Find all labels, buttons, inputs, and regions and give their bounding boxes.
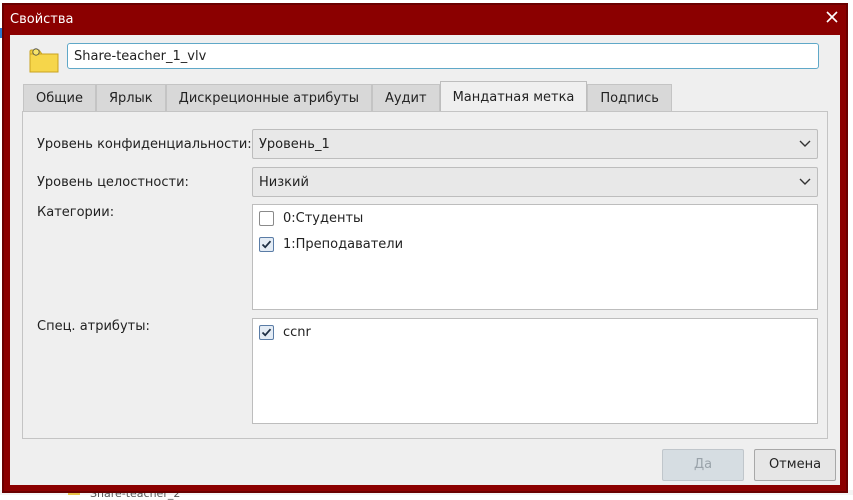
checkmark-icon [261, 240, 272, 249]
checkmark-icon [261, 328, 272, 337]
tab-audit[interactable]: Аудит [371, 84, 440, 112]
special-attributes-list: ccnr [252, 318, 818, 424]
checkbox-checked[interactable] [259, 325, 274, 340]
confidentiality-level-select[interactable]: Уровень_1 [252, 129, 818, 159]
chevron-down-icon [799, 178, 811, 185]
category-label: 1:Преподаватели [283, 237, 404, 252]
checkbox-unchecked[interactable] [259, 211, 274, 226]
cancel-button[interactable]: Отмена [754, 449, 836, 481]
tab-bar: Общие Ярлык Дискреционные атрибуты Аудит… [23, 81, 672, 112]
special-attribute-label: ccnr [283, 325, 311, 340]
checkbox-checked[interactable] [259, 237, 274, 252]
chevron-down-icon [799, 140, 811, 147]
category-label: 0:Студенты [283, 211, 364, 226]
tab-discretionary-attributes[interactable]: Дискреционные атрибуты [165, 84, 372, 112]
integrity-level-value: Низкий [259, 175, 309, 190]
close-icon[interactable] [822, 9, 842, 29]
tab-signature[interactable]: Подпись [587, 84, 672, 112]
tab-general[interactable]: Общие [23, 84, 96, 112]
window-title: Свойства [10, 12, 74, 27]
categories-list: 0:Студенты 1:Преподаватели [252, 204, 818, 310]
integrity-level-select[interactable]: Низкий [252, 167, 818, 197]
integrity-label: Уровень целостности: [37, 175, 189, 190]
tab-mandatory-label[interactable]: Мандатная метка [439, 81, 588, 112]
title-bar[interactable]: Свойства [4, 5, 846, 33]
categories-label: Категории: [37, 205, 115, 220]
confidentiality-label: Уровень конфиденциальности: [37, 137, 252, 152]
properties-dialog: Свойства Общие Ярлык Дискреционные атриб… [2, 3, 848, 493]
dialog-client-area: Общие Ярлык Дискреционные атрибуты Аудит… [10, 35, 840, 485]
ok-button[interactable]: Да [662, 449, 744, 481]
folder-icon [29, 45, 59, 73]
confidentiality-level-value: Уровень_1 [259, 137, 330, 152]
file-name-input[interactable] [67, 43, 819, 69]
tab-shortcut[interactable]: Ярлык [95, 84, 166, 112]
mandatory-label-panel: Уровень конфиденциальности: Уровень_1 Ур… [22, 111, 828, 439]
special-attributes-label: Спец. атрибуты: [37, 319, 150, 334]
